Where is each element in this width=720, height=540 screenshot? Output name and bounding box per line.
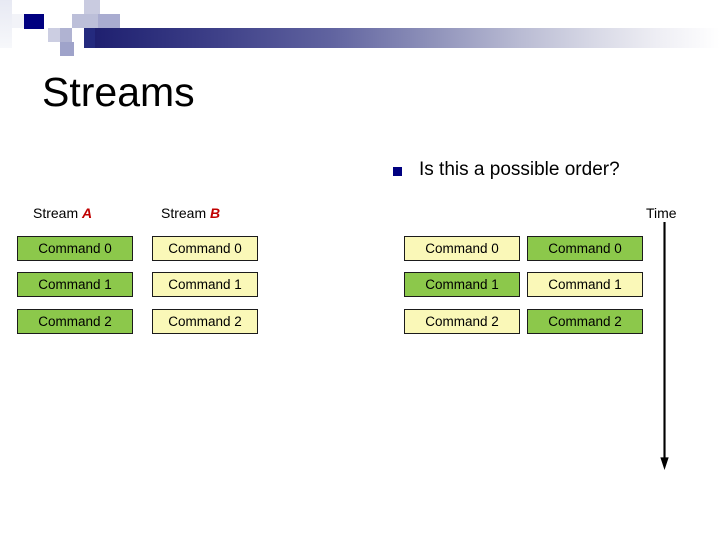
command-box: Command 1 xyxy=(527,272,643,297)
deco-square xyxy=(84,0,100,14)
command-box: Command 1 xyxy=(404,272,520,297)
deco-square xyxy=(60,42,74,56)
command-box: Command 2 xyxy=(17,309,133,334)
column-header-time: Time xyxy=(646,205,677,221)
deco-square xyxy=(98,14,120,28)
column-header-stream-a: Stream A xyxy=(33,204,92,222)
command-box: Command 0 xyxy=(404,236,520,261)
deco-square xyxy=(24,14,44,29)
stream-letter: B xyxy=(210,205,221,221)
deco-square xyxy=(0,0,12,48)
column-header-stream-b: Stream B xyxy=(161,204,220,222)
command-box: Command 2 xyxy=(404,309,520,334)
square-bullet-icon xyxy=(393,166,402,176)
command-box: Command 2 xyxy=(527,309,643,334)
command-box: Command 0 xyxy=(152,236,258,261)
column-header-label: Stream xyxy=(33,205,83,221)
deco-square xyxy=(72,14,98,28)
header-decoration xyxy=(0,0,720,56)
command-box: Command 0 xyxy=(527,236,643,261)
bullet-text: Is this a possible order? xyxy=(419,159,620,180)
page-title: Streams xyxy=(42,69,195,115)
column-header-label: Stream xyxy=(161,205,211,221)
bullet-row: Is this a possible order? xyxy=(393,158,620,182)
deco-square xyxy=(48,28,60,42)
deco-square xyxy=(60,28,72,42)
stream-letter: A xyxy=(82,205,93,221)
deco-square xyxy=(12,14,24,28)
command-box: Command 2 xyxy=(152,309,258,334)
command-box: Command 1 xyxy=(152,272,258,297)
header-gradient-bar xyxy=(95,28,720,48)
command-box: Command 0 xyxy=(17,236,133,261)
command-box: Command 1 xyxy=(17,272,133,297)
downward-time-arrow-icon xyxy=(660,222,669,470)
